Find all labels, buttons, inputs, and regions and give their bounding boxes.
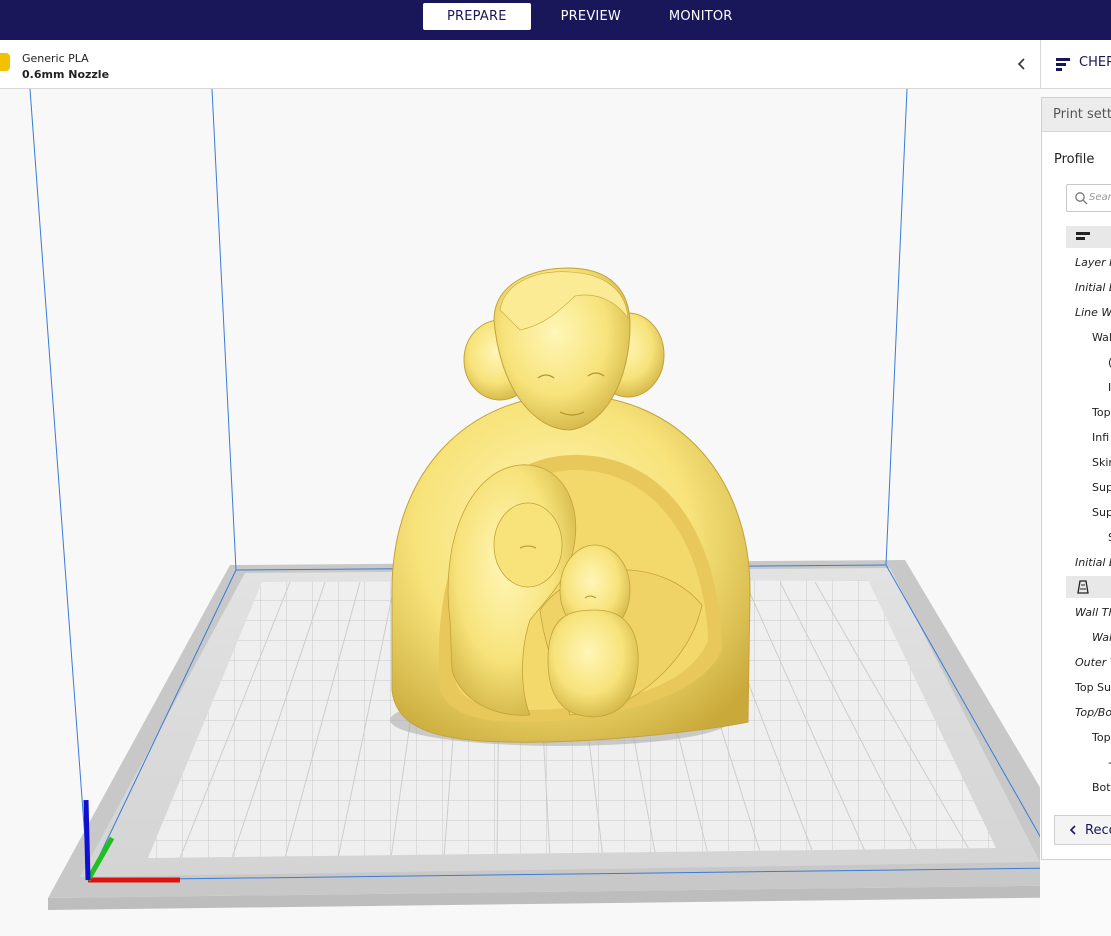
setting-skirt-line-width[interactable]: Skir: [1092, 456, 1111, 469]
setting-top-bottom-line-width[interactable]: Top: [1092, 406, 1111, 419]
setting-top-thickness[interactable]: Top: [1092, 731, 1111, 744]
setting-wall-line-width[interactable]: Wal: [1092, 331, 1111, 344]
setting-wall-thickness[interactable]: Wall Th: [1075, 606, 1111, 619]
tab-prepare[interactable]: PREPARE: [423, 3, 531, 30]
category-shell[interactable]: [1066, 576, 1111, 598]
print-profile-bar[interactable]: CHEP: [1040, 40, 1111, 89]
panel-header: Print setti: [1042, 98, 1111, 132]
setting-support-interface-line-width[interactable]: Sup: [1092, 506, 1111, 519]
quality-icon: [1076, 232, 1090, 240]
material-color-icon: [0, 53, 10, 71]
settings-search-input[interactable]: Searc: [1066, 184, 1111, 212]
tab-preview[interactable]: PREVIEW: [537, 3, 645, 30]
profile-name: CHEP: [1079, 55, 1111, 70]
search-placeholder: Searc: [1089, 192, 1111, 203]
category-quality[interactable]: [1066, 226, 1111, 248]
search-icon: [1075, 192, 1088, 205]
panel-title: Print setti: [1053, 107, 1111, 122]
shell-icon: [1077, 580, 1089, 594]
setting-wall-line-count[interactable]: Wal: [1092, 631, 1111, 644]
3d-viewport[interactable]: [0, 89, 1040, 936]
scene[interactable]: [0, 89, 1040, 936]
setting-layer-height[interactable]: Layer H: [1075, 256, 1111, 269]
material-name: Generic PLA: [22, 52, 89, 65]
printer-config-bar[interactable]: Generic PLA 0.6mm Nozzle: [0, 40, 1040, 89]
profile-label: Profile: [1054, 152, 1095, 167]
recommended-button[interactable]: Reco: [1054, 815, 1111, 845]
model-holy-family[interactable]: [391, 267, 751, 743]
stage-tabs: PREPARE PREVIEW MONITOR: [423, 3, 757, 30]
recommended-label: Reco: [1085, 823, 1111, 838]
chevron-left-icon[interactable]: [1012, 54, 1032, 74]
setting-initial-layer-height[interactable]: Initial L: [1075, 281, 1111, 294]
print-settings-panel: Print setti Profile Searc Layer H Initia…: [1041, 97, 1111, 860]
profile-settings-icon: [1056, 58, 1070, 71]
setting-infill-line-width[interactable]: Infi: [1092, 431, 1109, 444]
chevron-left-icon: [1069, 825, 1076, 835]
setting-top-surface-skin[interactable]: Top Su: [1075, 681, 1111, 694]
setting-initial-layer-line-width[interactable]: Initial L: [1075, 556, 1111, 569]
setting-outer-wall-wipe[interactable]: Outer W: [1075, 656, 1111, 669]
nozzle-name: 0.6mm Nozzle: [22, 68, 110, 81]
setting-bottom-thickness[interactable]: Bot: [1092, 781, 1111, 794]
stage-header: PREPARE PREVIEW MONITOR: [0, 0, 1111, 40]
setting-top-bottom-thickness[interactable]: Top/Bot: [1075, 706, 1111, 719]
tab-monitor[interactable]: MONITOR: [645, 3, 757, 30]
setting-support-line-width[interactable]: Sup: [1092, 481, 1111, 494]
setting-line-width[interactable]: Line Wic: [1075, 306, 1111, 319]
